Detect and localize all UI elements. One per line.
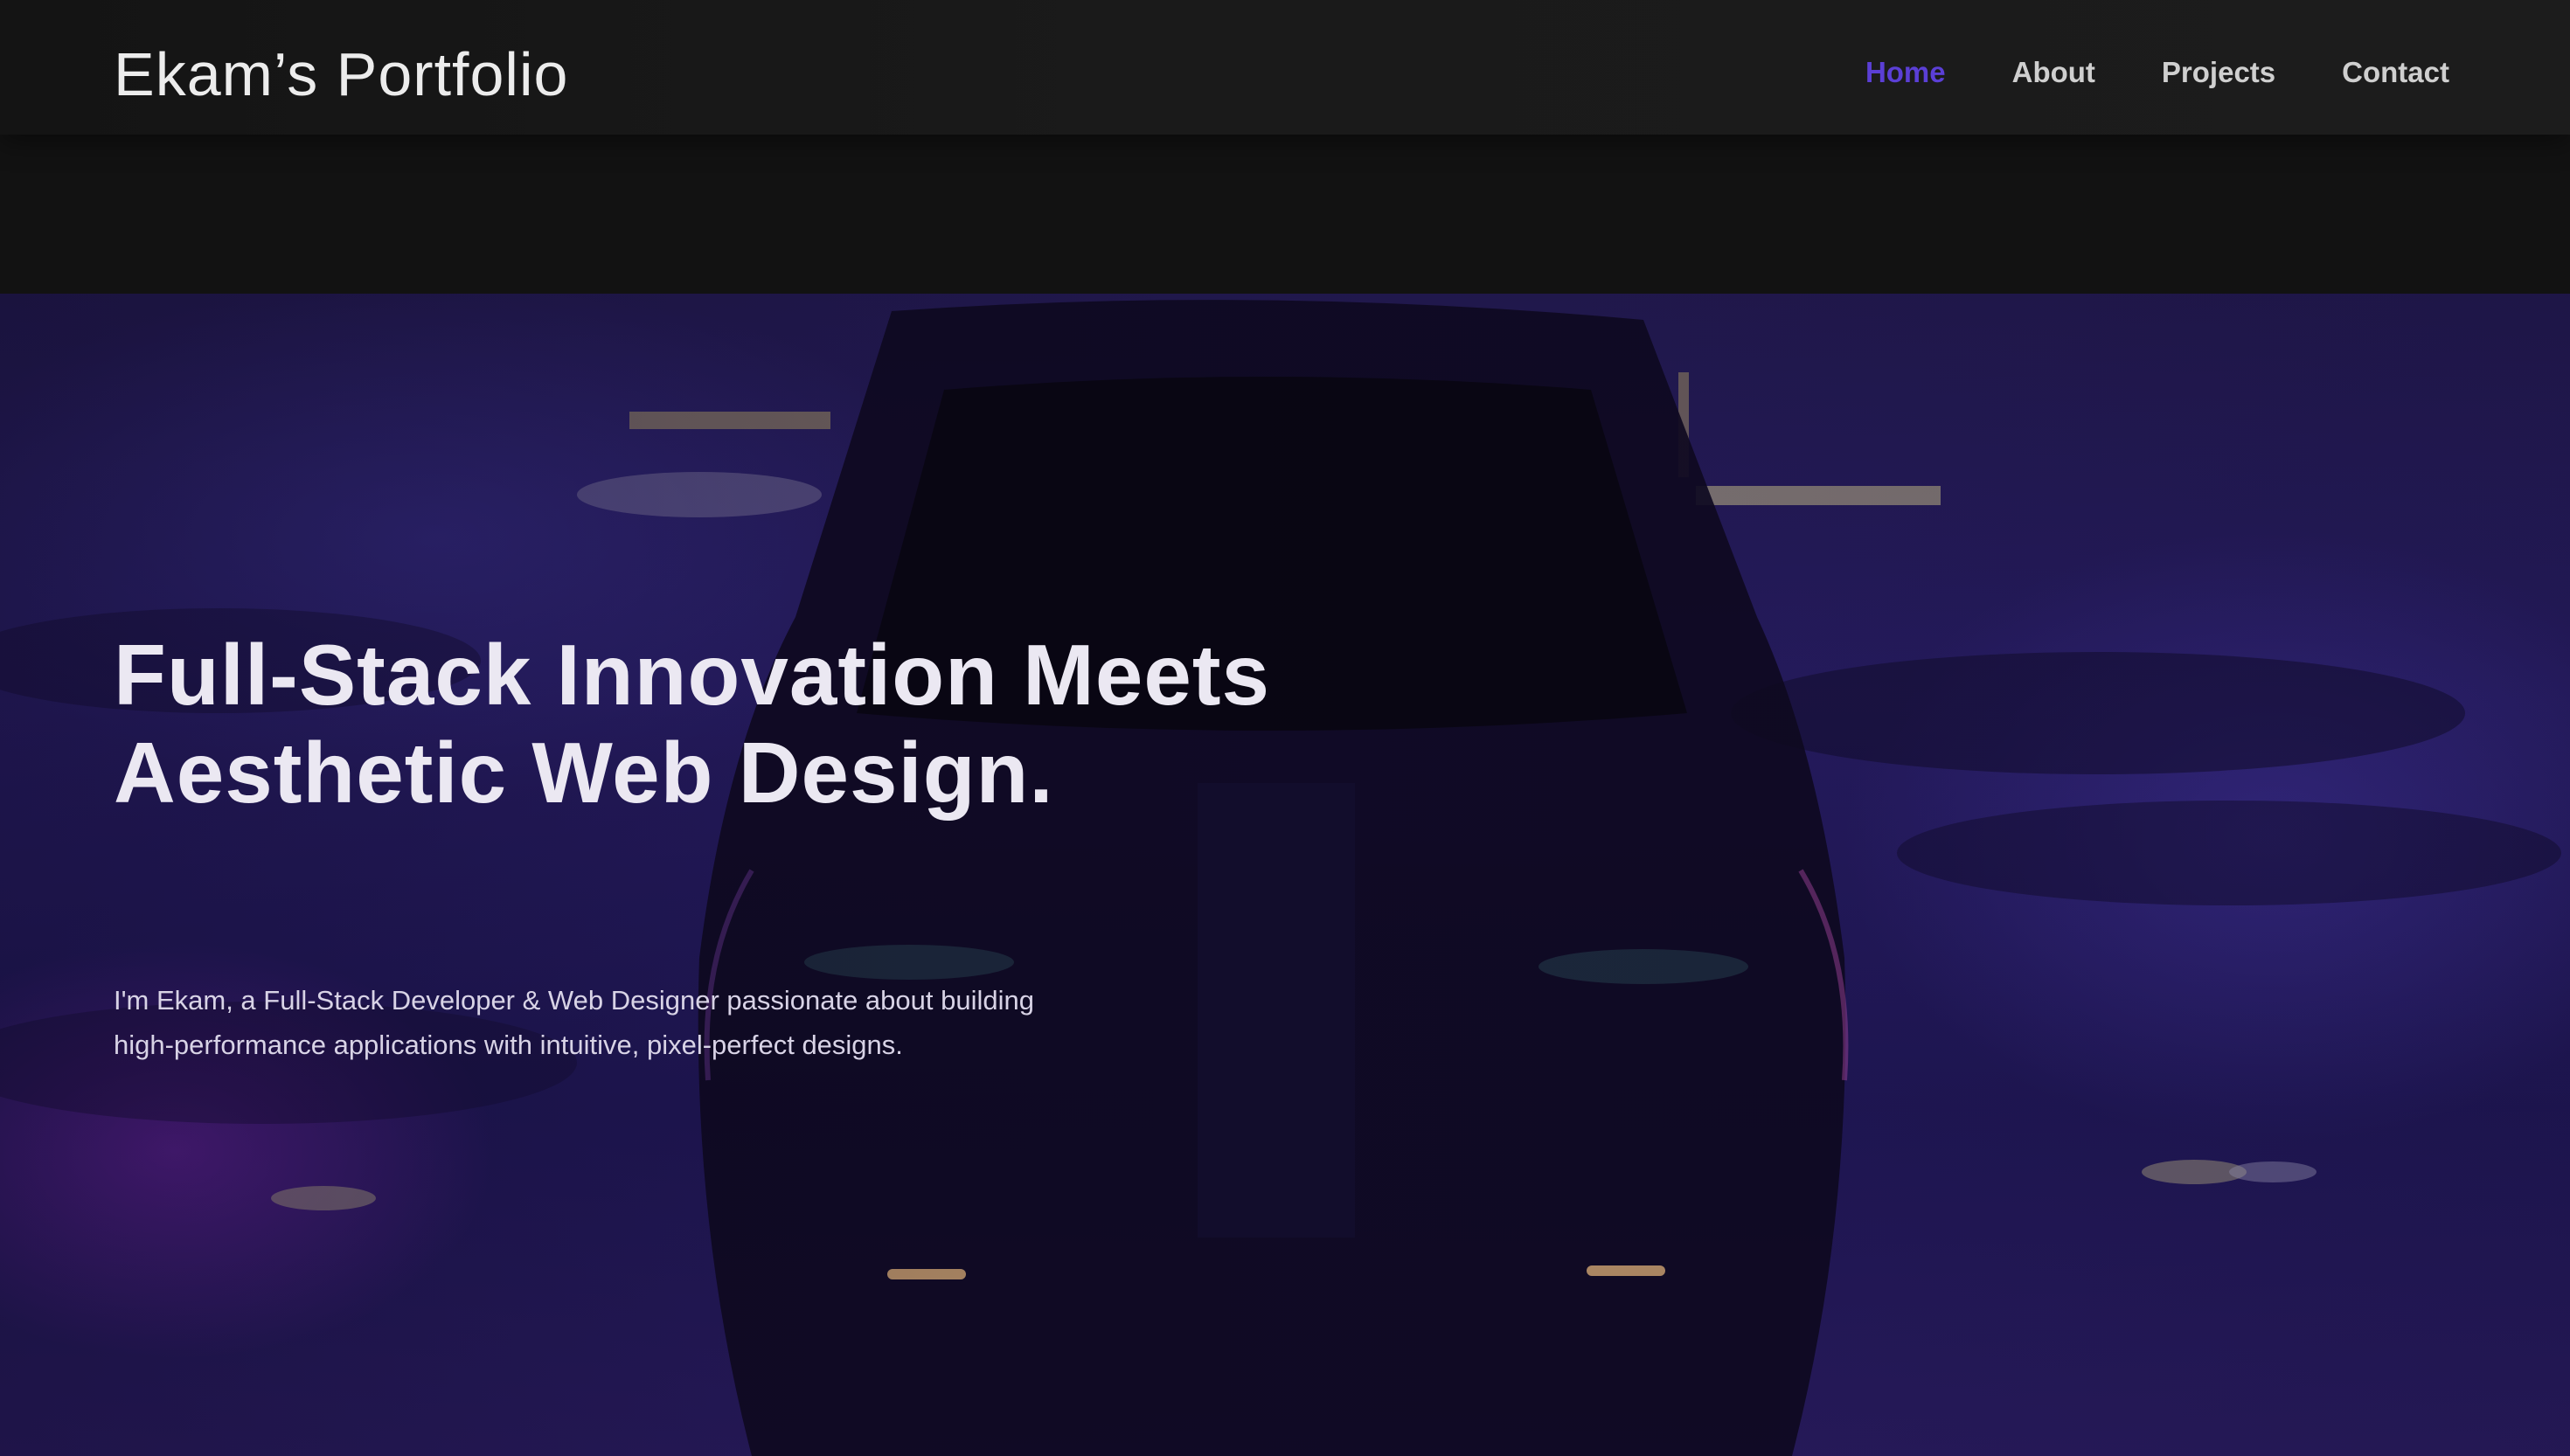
nav-item-about[interactable]: About	[2012, 51, 2095, 94]
portfolio-page: Ekam’s Portfolio Home About Projects Con…	[0, 0, 2570, 1456]
header-spacer	[0, 135, 2570, 294]
hero-headline: Full-Stack Innovation Meets Aesthetic We…	[114, 626, 1425, 822]
hero-headline-line-1: Full-Stack Innovation Meets	[114, 627, 1270, 723]
nav-item-home[interactable]: Home	[1865, 51, 1946, 94]
top-navbar: Ekam’s Portfolio Home About Projects Con…	[0, 0, 2570, 135]
hero-section: Full-Stack Innovation Meets Aesthetic We…	[0, 294, 2570, 1456]
nav-item-contact[interactable]: Contact	[2342, 51, 2449, 94]
hero-headline-line-2: Aesthetic Web Design.	[114, 725, 1054, 821]
nav-menu: Home About Projects Contact	[1865, 51, 2449, 94]
hero-intro-text: I'm Ekam, a Full-Stack Developer & Web D…	[114, 985, 1034, 1060]
nav-item-projects[interactable]: Projects	[2162, 51, 2275, 94]
brand-title[interactable]: Ekam’s Portfolio	[114, 35, 568, 114]
hero-overlay	[0, 294, 2570, 1456]
